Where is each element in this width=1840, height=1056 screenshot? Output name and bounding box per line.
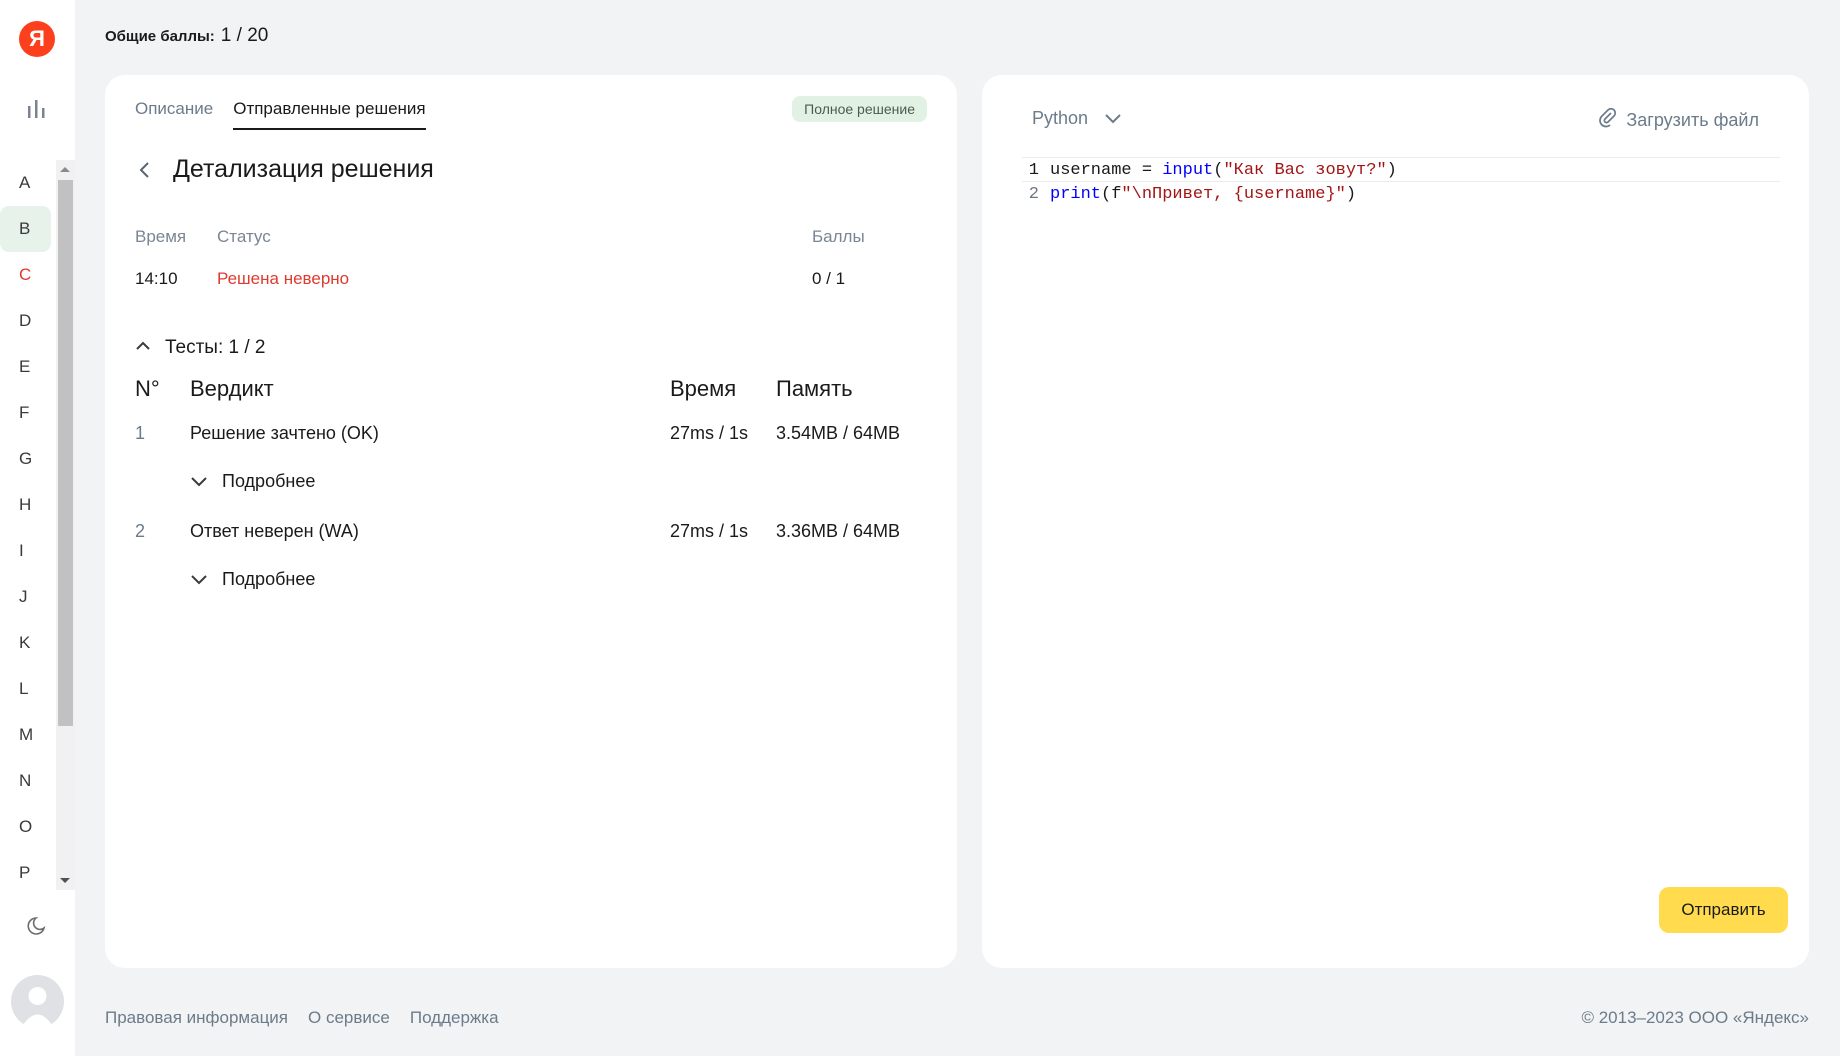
problem-letter-list: ABCDEFGHIJKLMNOP bbox=[0, 160, 56, 896]
column-header-num: N° bbox=[135, 376, 160, 401]
problem-letter-p[interactable]: P bbox=[0, 850, 51, 896]
test-row-memory: 3.36MB / 64MB bbox=[776, 521, 901, 541]
total-score-label: Общие баллы: bbox=[105, 28, 215, 45]
test-details-toggle[interactable]: Подробнее bbox=[190, 569, 315, 590]
scrollbar-thumb[interactable] bbox=[58, 180, 73, 726]
more-label: Подробнее bbox=[222, 569, 316, 589]
sidebar-scrollbar[interactable] bbox=[56, 160, 75, 890]
column-header-memory: Память bbox=[776, 376, 853, 401]
problem-letter-l[interactable]: L bbox=[0, 666, 51, 712]
problem-letter-f[interactable]: F bbox=[0, 390, 51, 436]
score-value: 0 / 1 bbox=[812, 269, 846, 288]
code-editor[interactable]: 1 username = input("Как Вас зовут?") 2 prin… bbox=[1022, 157, 1780, 207]
language-value: Python bbox=[1032, 108, 1089, 128]
problem-letter-d[interactable]: D bbox=[0, 298, 51, 344]
test-row-time: 27ms / 1s bbox=[670, 423, 749, 443]
problem-letter-b[interactable]: B bbox=[0, 206, 51, 252]
left-rail: Я ABCDEFGHIJKLMNOP bbox=[0, 0, 75, 1056]
footer-link-support[interactable]: Поддержка bbox=[410, 1008, 499, 1028]
code-text: username = input("Как Вас зовут?") bbox=[1044, 158, 1397, 181]
problem-letter-o[interactable]: O bbox=[0, 804, 51, 850]
problem-letter-j[interactable]: J bbox=[0, 574, 51, 620]
scroll-down-icon[interactable] bbox=[60, 878, 70, 883]
tab-submissions[interactable]: Отправленные решения bbox=[233, 99, 426, 130]
more-label: Подробнее bbox=[222, 471, 316, 491]
test-row-verdict: Ответ неверен (WA) bbox=[190, 521, 359, 541]
statistics-icon[interactable] bbox=[26, 98, 48, 125]
code-line[interactable]: 2 print(f"\nПривет, {username}") bbox=[1022, 182, 1780, 207]
upload-file-button[interactable]: Загрузить файл bbox=[1599, 107, 1759, 133]
status-value: Решена неверно bbox=[217, 269, 350, 288]
code-text: print(f"\nПривет, {username}") bbox=[1044, 182, 1356, 207]
total-score-value: 1 / 20 bbox=[220, 25, 269, 46]
problem-letter-m[interactable]: M bbox=[0, 712, 51, 758]
column-header-time: Время bbox=[670, 376, 737, 401]
back-chevron-icon[interactable] bbox=[137, 160, 153, 185]
problem-letter-k[interactable]: K bbox=[0, 620, 51, 666]
tests-label: Тесты: bbox=[165, 337, 224, 358]
code-token: "\nПривет, {username}" bbox=[1121, 185, 1346, 204]
test-row-verdict: Решение зачтено (OK) bbox=[190, 423, 379, 443]
footer-link-about[interactable]: О сервисе bbox=[308, 1008, 390, 1028]
test-details-toggle[interactable]: Подробнее bbox=[190, 471, 315, 492]
time-value: 14:10 bbox=[135, 269, 178, 288]
footer-links: Правовая информация О сервисе Поддержка bbox=[105, 1008, 499, 1028]
tabs: Описание Отправленные решения bbox=[135, 99, 426, 130]
language-select[interactable]: Python bbox=[1032, 108, 1122, 129]
chevron-up-icon bbox=[135, 339, 151, 357]
footer-link-legal[interactable]: Правовая информация bbox=[105, 1008, 288, 1028]
upload-file-label: Загрузить файл bbox=[1626, 110, 1759, 130]
chevron-down-icon bbox=[190, 569, 208, 590]
code-token: input bbox=[1162, 161, 1214, 180]
test-row-memory: 3.54MB / 64MB bbox=[776, 423, 901, 443]
copyright: © 2013–2023 ООО «Яндекс» bbox=[1581, 1008, 1809, 1027]
yandex-logo-icon[interactable]: Я bbox=[19, 21, 55, 57]
problem-letter-g[interactable]: G bbox=[0, 436, 51, 482]
line-number: 1 bbox=[1028, 161, 1039, 180]
score-label: Баллы bbox=[812, 227, 865, 246]
problem-letter-c[interactable]: C bbox=[0, 252, 51, 298]
problem-letter-n[interactable]: N bbox=[0, 758, 51, 804]
code-token: "Как Вас зовут?" bbox=[1223, 161, 1387, 180]
line-number: 2 bbox=[1028, 185, 1039, 204]
page-title: Детализация решения bbox=[173, 155, 434, 183]
tab-description[interactable]: Описание bbox=[135, 99, 213, 130]
editor-panel: Python Загрузить файл 1 username = input(… bbox=[982, 75, 1809, 968]
status-label: Статус bbox=[217, 227, 271, 246]
code-token: username = bbox=[1050, 161, 1163, 180]
tests-toggle[interactable]: Тесты: 1 / 2 bbox=[135, 337, 266, 359]
problem-letter-a[interactable]: A bbox=[0, 160, 51, 206]
problem-letter-e[interactable]: E bbox=[0, 344, 51, 390]
problem-letter-h[interactable]: H bbox=[0, 482, 51, 528]
test-row-time: 27ms / 1s bbox=[670, 521, 749, 541]
full-solution-badge: Полное решение bbox=[792, 96, 927, 122]
scroll-up-icon[interactable] bbox=[60, 167, 70, 172]
code-token: (f bbox=[1101, 185, 1122, 204]
user-avatar[interactable] bbox=[11, 975, 64, 1028]
tests-value: 1 / 2 bbox=[228, 337, 266, 358]
paperclip-icon bbox=[1599, 107, 1617, 133]
submit-button[interactable]: Отправить bbox=[1659, 887, 1788, 933]
test-row-num: 1 bbox=[135, 423, 146, 443]
code-token: ) bbox=[1386, 161, 1397, 180]
code-token: ( bbox=[1213, 161, 1224, 180]
code-token: ) bbox=[1345, 185, 1357, 204]
chevron-down-icon bbox=[190, 471, 208, 492]
time-label: Время bbox=[135, 227, 187, 246]
theme-toggle-icon[interactable] bbox=[27, 916, 47, 941]
submission-panel: Описание Отправленные решения Полное реш… bbox=[105, 75, 957, 968]
problem-letter-i[interactable]: I bbox=[0, 528, 51, 574]
code-token: print bbox=[1050, 185, 1102, 204]
test-row-num: 2 bbox=[135, 521, 146, 541]
total-score: Общие баллы: 1 / 20 bbox=[105, 25, 268, 47]
column-header-verdict: Вердикт bbox=[190, 376, 274, 401]
code-line[interactable]: 1 username = input("Как Вас зовут?") bbox=[1022, 157, 1780, 182]
chevron-down-icon bbox=[1104, 108, 1122, 129]
